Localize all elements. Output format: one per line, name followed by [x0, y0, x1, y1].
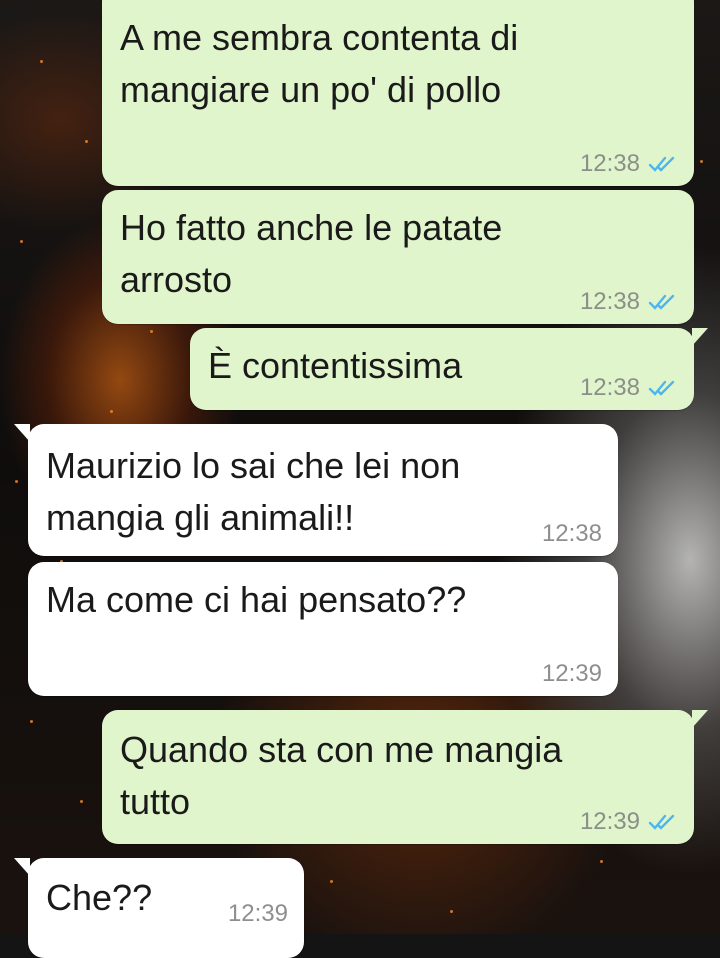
double-check-icon — [648, 156, 675, 172]
message-bubble-outgoing[interactable]: Quando sta con me mangia tutto 12:39 — [102, 710, 708, 844]
message-bubble-incoming[interactable]: Che?? 12:39 — [14, 858, 304, 958]
message-meta: 12:39 — [228, 900, 288, 928]
message-text: Ma come ci hai pensato?? — [46, 579, 467, 620]
message-meta: 12:38 — [580, 374, 678, 402]
message-time: 12:38 — [541, 520, 602, 547]
message-bubble-outgoing[interactable]: A me sembra contenta di mangiare un po' … — [102, 0, 694, 186]
message-text: A me sembra contenta di mangiare un po' … — [120, 17, 519, 110]
message-meta: 12:39 — [580, 808, 678, 836]
message-bubble-outgoing[interactable]: Ho fatto anche le patate arrosto 12:38 — [102, 190, 694, 324]
double-check-icon — [648, 380, 675, 396]
double-check-icon — [648, 814, 675, 830]
message-time: 12:38 — [579, 288, 640, 315]
message-time: 12:38 — [579, 150, 640, 177]
message-text: Maurizio lo sai che lei non mangia gli a… — [46, 445, 461, 538]
message-meta: 12:38 — [580, 288, 678, 316]
message-meta: 12:39 — [542, 660, 602, 688]
double-check-icon — [648, 294, 675, 310]
message-meta: 12:38 — [542, 520, 602, 548]
message-bubble-incoming[interactable]: Ma come ci hai pensato?? 12:39 — [28, 562, 618, 696]
message-time: 12:39 — [579, 808, 640, 835]
message-time: 12:39 — [541, 660, 602, 687]
message-bubble-outgoing[interactable]: È contentissima 12:38 — [190, 328, 708, 410]
message-time: 12:38 — [579, 374, 640, 401]
message-bubble-incoming[interactable]: Maurizio lo sai che lei non mangia gli a… — [14, 424, 618, 556]
message-time: 12:39 — [227, 900, 288, 927]
message-meta: 12:38 — [580, 150, 678, 178]
